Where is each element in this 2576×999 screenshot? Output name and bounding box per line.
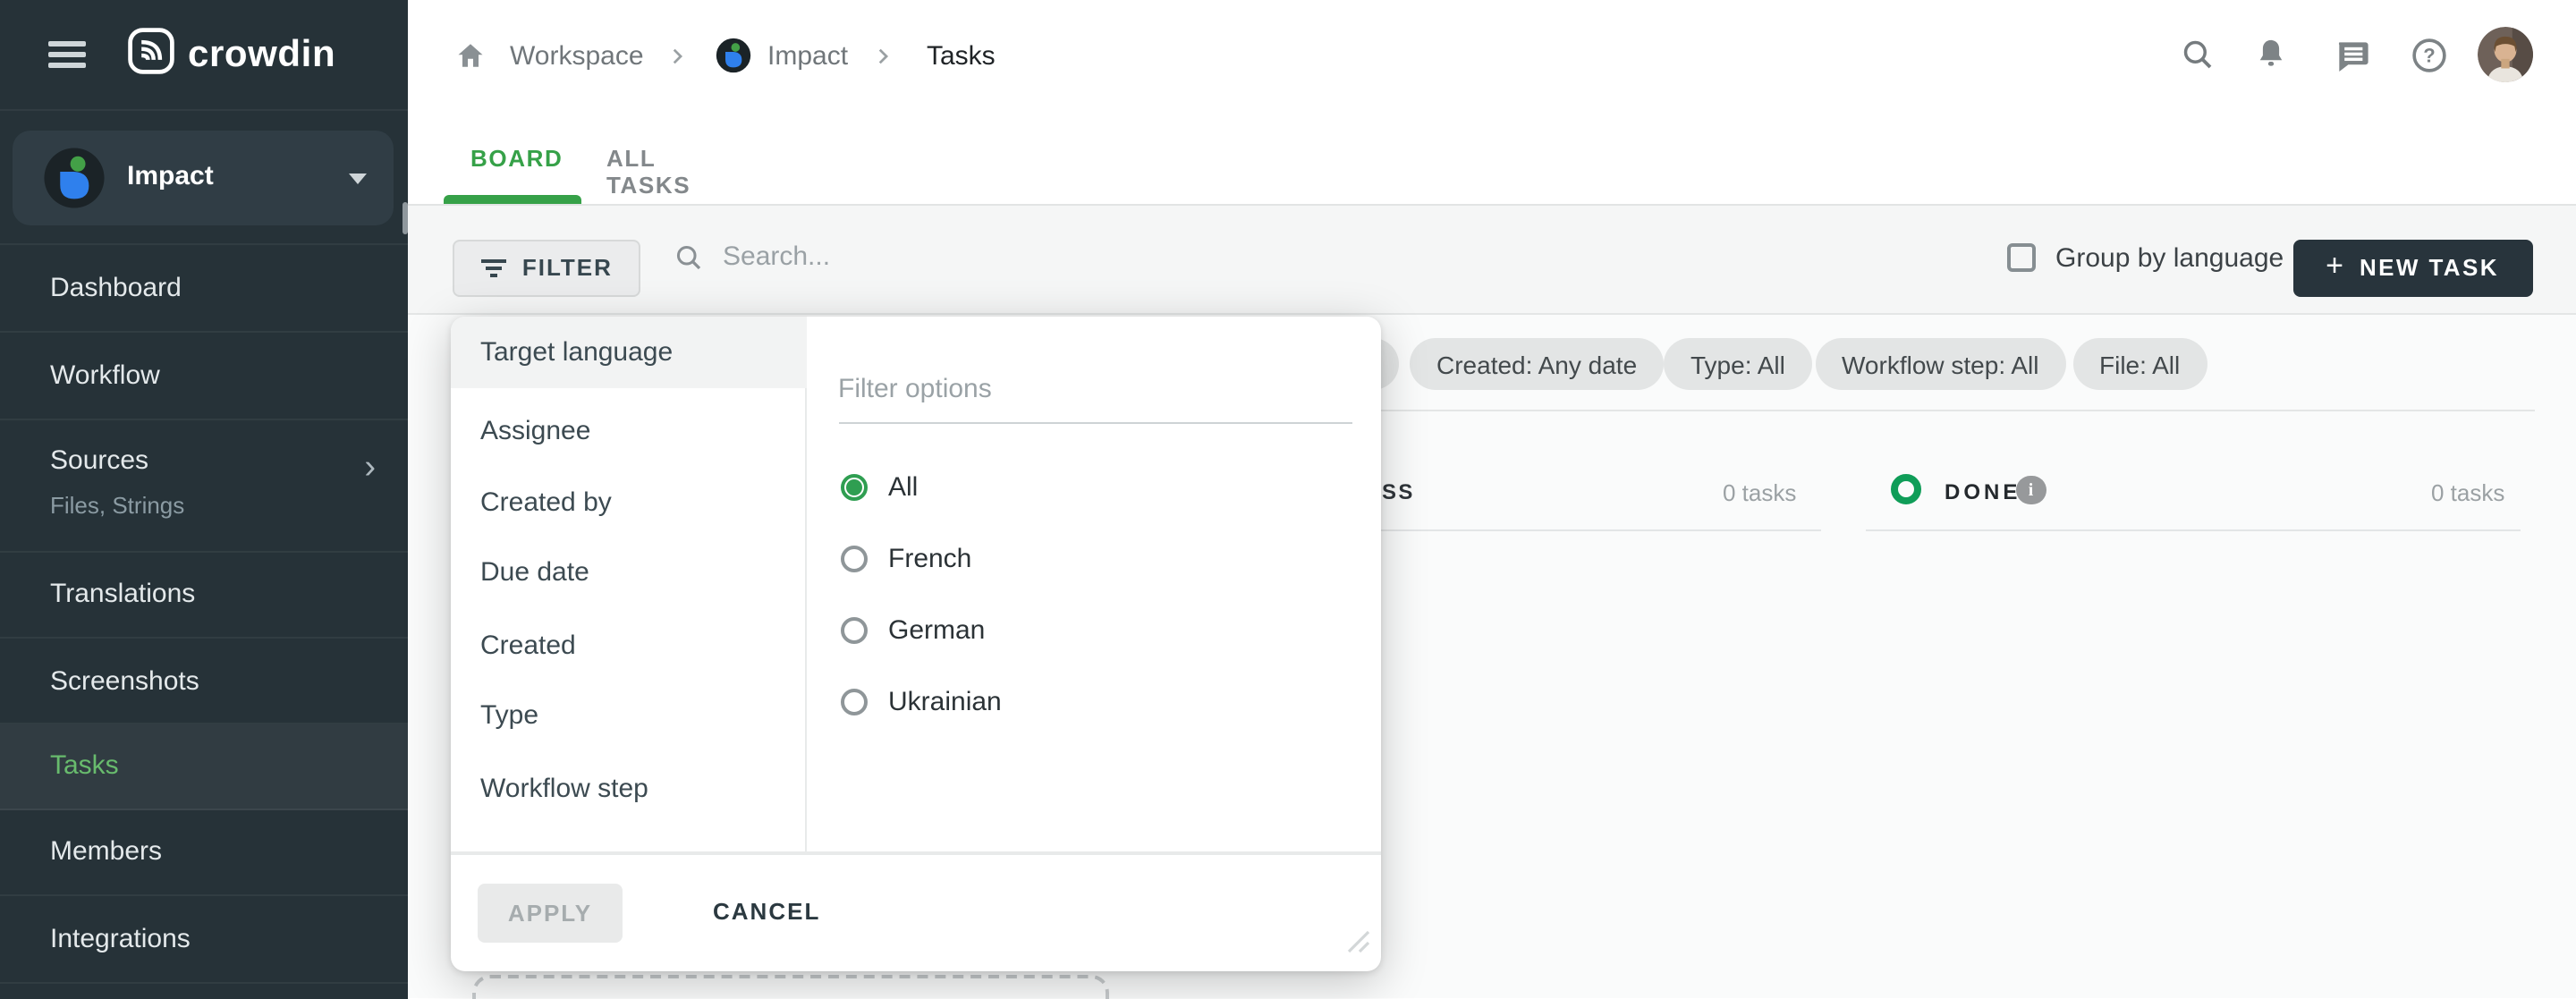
project-selector[interactable]: Impact: [13, 131, 394, 225]
sidebar-item-dashboard[interactable]: Dashboard: [0, 243, 408, 332]
panel-footer-divider: [450, 852, 1381, 855]
tab-all-tasks[interactable]: ALL TASKS: [606, 145, 691, 199]
search-icon[interactable]: [2179, 36, 2216, 82]
group-by-language-checkbox[interactable]: [2007, 244, 2036, 273]
todo-column-dropzone: [472, 976, 1109, 999]
chevron-right-icon: [665, 45, 689, 77]
topbar: Workspace Impact Tasks: [408, 0, 2576, 206]
crowdin-logo[interactable]: crowdin: [127, 27, 335, 84]
hamburger-menu-icon[interactable]: [48, 41, 86, 68]
chevron-down-icon: [349, 174, 367, 184]
resize-handle[interactable]: [1343, 927, 1372, 965]
breadcrumb: Workspace Impact Tasks: [408, 0, 2576, 111]
notifications-bell-icon[interactable]: [2252, 36, 2290, 82]
sidebar: crowdin Impact Dashboard Workflow Source…: [0, 0, 408, 999]
chips-divider: [1360, 409, 2534, 411]
messages-icon[interactable]: [2333, 36, 2372, 84]
group-by-language-label: Group by language: [2055, 243, 2284, 274]
sidebar-item-tasks[interactable]: Tasks: [0, 724, 408, 809]
sidebar-item-sources[interactable]: Sources Files, Strings ›: [0, 420, 408, 552]
filter-option-french[interactable]: French: [840, 540, 971, 576]
filter-category-assignee[interactable]: Assignee: [450, 394, 806, 466]
sidebar-item-sources-subtitle: Files, Strings: [50, 492, 184, 519]
search-icon: [673, 241, 705, 274]
column-count-done: 0 tasks: [2431, 480, 2504, 507]
filter-category-type[interactable]: Type: [450, 681, 806, 752]
help-icon[interactable]: ?: [2410, 36, 2449, 84]
filter-category-created[interactable]: Created: [450, 610, 806, 682]
filter-panel: Target language Assignee Created by Due …: [450, 317, 1381, 972]
crowdin-logo-icon: [127, 27, 175, 84]
info-icon[interactable]: i: [2016, 476, 2046, 505]
plus-icon: +: [2326, 250, 2343, 285]
tab-board[interactable]: BOARD: [470, 145, 563, 172]
radio-icon[interactable]: [840, 688, 867, 715]
cancel-button[interactable]: CANCEL: [713, 898, 820, 925]
filter-category-workflow-step[interactable]: Workflow step: [450, 752, 806, 824]
filter-chip-type[interactable]: Type: All: [1664, 339, 1812, 391]
crowdin-tasks-page: crowdin Impact Dashboard Workflow Source…: [0, 0, 2576, 999]
sidebar-item-translations[interactable]: Translations: [0, 552, 408, 639]
filter-category-due-date[interactable]: Due date: [450, 538, 806, 609]
breadcrumb-project[interactable]: Impact: [767, 41, 848, 72]
toolbar: FILTER Search... Group by language + NEW…: [408, 206, 2576, 316]
input-underline: [838, 421, 1352, 424]
sidebar-item-screenshots[interactable]: Screenshots: [0, 639, 408, 724]
filter-category-created-by[interactable]: Created by: [450, 467, 806, 538]
chevron-right-icon: [871, 45, 894, 77]
sidebar-item-workflow[interactable]: Workflow: [0, 332, 408, 420]
filter-category-list: Target language Assignee Created by Due …: [450, 317, 806, 852]
group-by-language-toggle[interactable]: Group by language: [2007, 243, 2284, 274]
radio-selected-icon[interactable]: [840, 474, 867, 501]
search-input[interactable]: Search...: [673, 241, 830, 274]
filter-chip-created[interactable]: Created: Any date: [1410, 339, 1664, 391]
breadcrumb-project-avatar-icon: [716, 38, 751, 82]
filter-category-target-language[interactable]: Target language: [450, 317, 806, 388]
chevron-right-icon: ›: [364, 451, 376, 485]
filter-option-all[interactable]: All: [840, 470, 918, 505]
filter-options-placeholder: Filter options: [838, 374, 992, 404]
filter-option-ukrainian[interactable]: Ukrainian: [840, 683, 1002, 719]
breadcrumb-workspace[interactable]: Workspace: [510, 41, 644, 72]
filter-icon: [481, 259, 506, 277]
sidebar-item-integrations[interactable]: Integrations: [0, 896, 408, 984]
filter-options-input[interactable]: Filter options: [838, 356, 1352, 424]
column-divider: [1866, 529, 2521, 531]
column-divider: [1381, 529, 1821, 531]
project-avatar-icon: [43, 147, 106, 209]
filter-chip-workflow-step[interactable]: Workflow step: All: [1815, 339, 2065, 391]
radio-icon[interactable]: [840, 545, 867, 571]
filter-chip-file[interactable]: File: All: [2072, 339, 2207, 391]
user-avatar[interactable]: [2478, 27, 2533, 82]
filter-button[interactable]: FILTER: [453, 240, 640, 297]
search-placeholder: Search...: [723, 242, 830, 273]
filter-option-german[interactable]: German: [840, 613, 985, 648]
sidebar-item-members[interactable]: Members: [0, 809, 408, 896]
breadcrumb-current: Tasks: [927, 41, 996, 72]
column-count-in-progress: 0 tasks: [1723, 480, 1796, 507]
sidebar-scrollbar-thumb[interactable]: [402, 202, 408, 234]
apply-button[interactable]: APPLY: [478, 884, 623, 943]
new-task-button[interactable]: + NEW TASK: [2292, 240, 2532, 297]
svg-text:?: ?: [2423, 45, 2435, 67]
crowdin-logo-text: crowdin: [188, 34, 335, 77]
column-header-done: DONE: [1945, 480, 2021, 505]
home-icon[interactable]: [454, 39, 487, 80]
project-selector-name: Impact: [127, 161, 214, 191]
done-status-icon: [1890, 475, 1920, 505]
radio-icon[interactable]: [840, 617, 867, 644]
sidebar-header: crowdin: [0, 0, 408, 111]
